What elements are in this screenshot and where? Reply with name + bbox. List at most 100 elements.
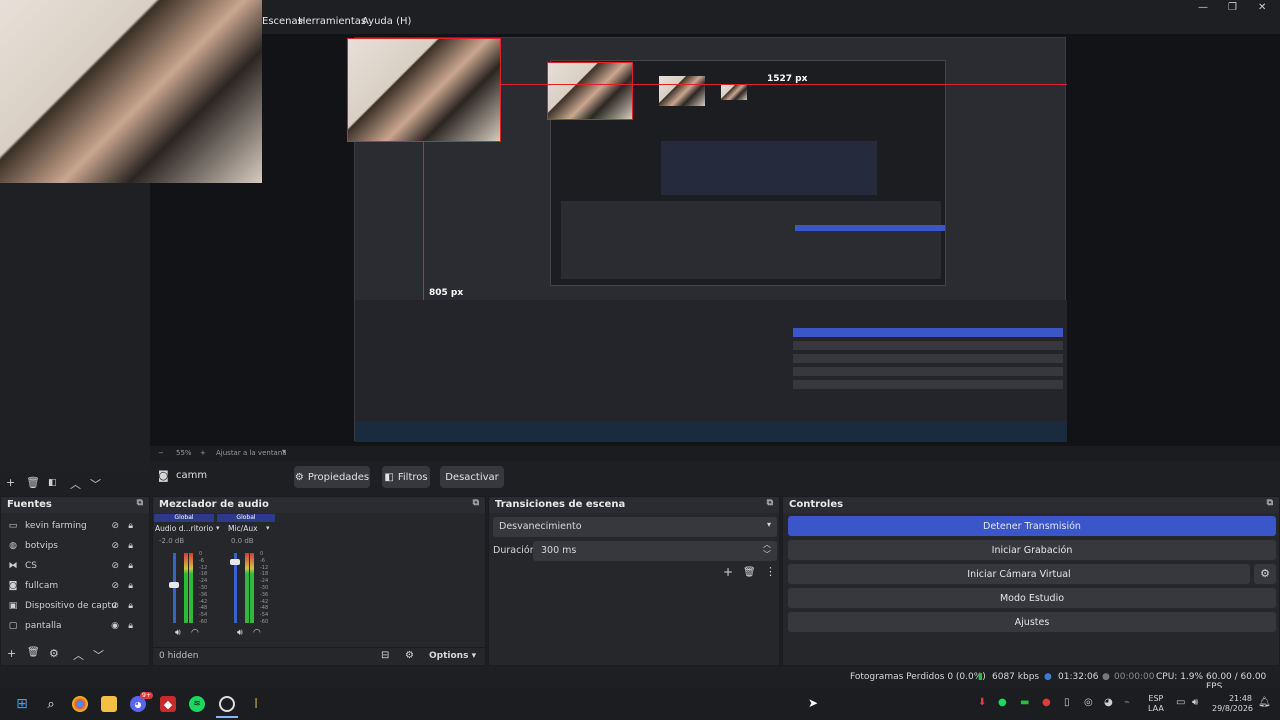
rec-icon: ●: [1102, 672, 1110, 682]
deactivate-button[interactable]: Desactivar: [440, 466, 504, 488]
lock-icon[interactable]: 🔒︎: [128, 561, 133, 571]
filters-button[interactable]: ◧ Filtros: [382, 466, 430, 488]
duration-field[interactable]: 300 ms ︿ ﹀: [533, 540, 777, 561]
app-red-icon[interactable]: ◆: [160, 696, 176, 712]
gear-icon[interactable]: ⚙: [1254, 564, 1276, 584]
options-button[interactable]: Options ▾: [429, 651, 476, 661]
search-icon[interactable]: ⌕: [43, 696, 59, 712]
stepper-icon[interactable]: ︿ ﹀: [763, 540, 771, 560]
speaker-icon[interactable]: 🔊︎: [237, 628, 243, 638]
transition-select[interactable]: Desvanecimiento ▾: [493, 517, 777, 537]
db-scale: 0 -6 -12 -18 -24 -30 -36 -42 -48 -54 -60: [260, 551, 268, 626]
transitions-panel: Transiciones de escena ⧉ Desvanecimiento…: [488, 496, 780, 666]
sources-panel: Fuentes ⧉ ▭ kevin farming ⊘ 🔒︎ ◍ botvips…: [0, 496, 150, 666]
headphones-icon[interactable]: ◠: [253, 628, 261, 638]
layout-icon[interactable]: ⊟: [381, 650, 389, 661]
menu-herramientas[interactable]: Herramientas: [298, 16, 366, 27]
spotify-icon[interactable]: ≋: [189, 696, 205, 712]
nested-inner: [661, 141, 877, 195]
eye-off-icon[interactable]: ⊘: [111, 521, 119, 531]
eye-off-icon[interactable]: ⊘: [111, 561, 119, 571]
popout-icon[interactable]: ⧉: [137, 498, 143, 508]
network-icon[interactable]: ▭: [1176, 697, 1185, 708]
discord-tray-icon[interactable]: ◕: [1104, 697, 1113, 708]
clock[interactable]: 21:48 29/8/2026: [1212, 694, 1253, 714]
zoom-out-button[interactable]: −: [158, 449, 164, 457]
chevron-down-icon[interactable]: ▾: [282, 447, 286, 456]
zoom-fit[interactable]: Ajustar a la ventana: [216, 449, 287, 457]
lock-icon[interactable]: 🔒︎: [128, 581, 133, 591]
popout-icon[interactable]: ⧉: [767, 498, 773, 508]
folder-icon[interactable]: [101, 696, 117, 712]
source-item-pantalla[interactable]: ▢ pantalla ◉ 🔒︎: [1, 616, 147, 636]
properties-button[interactable]: ⚙ Propiedades: [294, 466, 370, 488]
volume-fader-track[interactable]: [173, 553, 176, 623]
studio-mode-button[interactable]: Modo Estudio: [788, 588, 1276, 608]
nvidia-icon[interactable]: ▬: [1020, 697, 1029, 708]
move-down-icon[interactable]: ﹀: [93, 647, 104, 663]
trash-icon[interactable]: 🗑: [743, 567, 756, 578]
close-icon[interactable]: ✕: [1258, 2, 1266, 13]
eye-off-icon[interactable]: ⊘: [111, 541, 119, 551]
move-down-icon[interactable]: ﹀: [90, 476, 101, 492]
trash-icon[interactable]: 🗑: [27, 647, 40, 658]
volume-fader-handle[interactable]: [230, 559, 240, 566]
add-scene-icon[interactable]: +: [6, 476, 15, 489]
selected-cam-source[interactable]: [347, 38, 501, 142]
menu-escenas[interactable]: Escenas: [262, 16, 303, 27]
settings-button[interactable]: Ajustes: [788, 612, 1276, 632]
lock-icon[interactable]: 🔒︎: [128, 541, 133, 551]
eye-off-icon[interactable]: ⊘: [111, 581, 119, 591]
source-label: CS: [25, 561, 37, 571]
minimize-icon[interactable]: —: [1198, 2, 1208, 13]
source-item-cs[interactable]: ⧓ CS ⊘ 🔒︎: [1, 556, 147, 576]
headphones-icon[interactable]: ◠: [191, 628, 199, 638]
move-up-icon[interactable]: ︿: [70, 476, 81, 492]
source-item-kevin-farming[interactable]: ▭ kevin farming ⊘ 🔒︎: [1, 516, 147, 536]
eye-off-icon[interactable]: ⊘: [111, 601, 119, 611]
windows-start-icon[interactable]: ⊞: [14, 696, 30, 712]
menu-ayuda[interactable]: Ayuda (H): [362, 16, 411, 27]
db-tick: -30: [260, 584, 269, 591]
notifications-icon[interactable]: 🔔︎: [1258, 697, 1271, 708]
usb-icon[interactable]: ▯: [1064, 697, 1070, 708]
start-virtual-cam-button[interactable]: Iniciar Cámara Virtual: [788, 564, 1250, 584]
volume-fader-handle[interactable]: [169, 581, 179, 588]
trash-icon[interactable]: 🗑: [26, 476, 40, 489]
filter-icon[interactable]: ◧: [48, 478, 57, 488]
speaker-icon[interactable]: 🔊︎: [175, 628, 181, 638]
language-indicator[interactable]: ESP LAA: [1148, 694, 1164, 714]
download-icon[interactable]: ⬇: [978, 697, 986, 708]
sources-title: Fuentes: [7, 499, 52, 510]
add-transition-icon[interactable]: +: [723, 565, 733, 579]
add-source-icon[interactable]: +: [7, 647, 16, 660]
chevron-down-icon[interactable]: ▾: [266, 524, 270, 532]
maximize-icon[interactable]: ❐: [1228, 2, 1237, 13]
eye-icon[interactable]: ◉: [111, 621, 119, 631]
more-icon[interactable]: ⋮: [765, 565, 776, 578]
preview-canvas[interactable]: 1527 px 805 px: [347, 37, 1067, 442]
start-recording-button[interactable]: Iniciar Grabación: [788, 540, 1276, 560]
steam-icon[interactable]: ◎: [1084, 697, 1093, 708]
wifi-off-icon[interactable]: ⌁: [1124, 697, 1130, 708]
chevron-down-icon[interactable]: ▾: [216, 524, 220, 532]
source-item-botvips[interactable]: ◍ botvips ⊘ 🔒︎: [1, 536, 147, 556]
zoom-in-button[interactable]: +: [200, 449, 206, 457]
move-up-icon[interactable]: ︿: [73, 647, 84, 663]
chrome-icon[interactable]: [72, 696, 88, 712]
lock-icon[interactable]: 🔒︎: [128, 521, 133, 531]
lock-icon[interactable]: 🔒︎: [128, 601, 133, 611]
popout-icon[interactable]: ⧉: [1267, 498, 1273, 508]
league-icon[interactable]: ⅼ: [248, 696, 264, 712]
stop-stream-button[interactable]: Detener Transmisión: [788, 516, 1276, 536]
record-tray-icon[interactable]: ●: [1042, 697, 1051, 708]
spotify-tray-icon[interactable]: ●: [998, 697, 1007, 708]
gear-icon[interactable]: ⚙: [49, 647, 59, 660]
obs-icon[interactable]: [219, 696, 235, 712]
source-item-capture-device[interactable]: ▣ Dispositivo de captu ⊘ 🔒︎: [1, 596, 147, 616]
gear-icon[interactable]: ⚙: [405, 650, 414, 661]
volume-icon[interactable]: 🔊︎: [1192, 697, 1198, 708]
popout-icon[interactable]: ⧉: [473, 498, 479, 508]
lock-icon[interactable]: 🔒︎: [128, 621, 133, 631]
source-item-fullcam[interactable]: ◙ fullcam ⊘ 🔒︎: [1, 576, 147, 596]
